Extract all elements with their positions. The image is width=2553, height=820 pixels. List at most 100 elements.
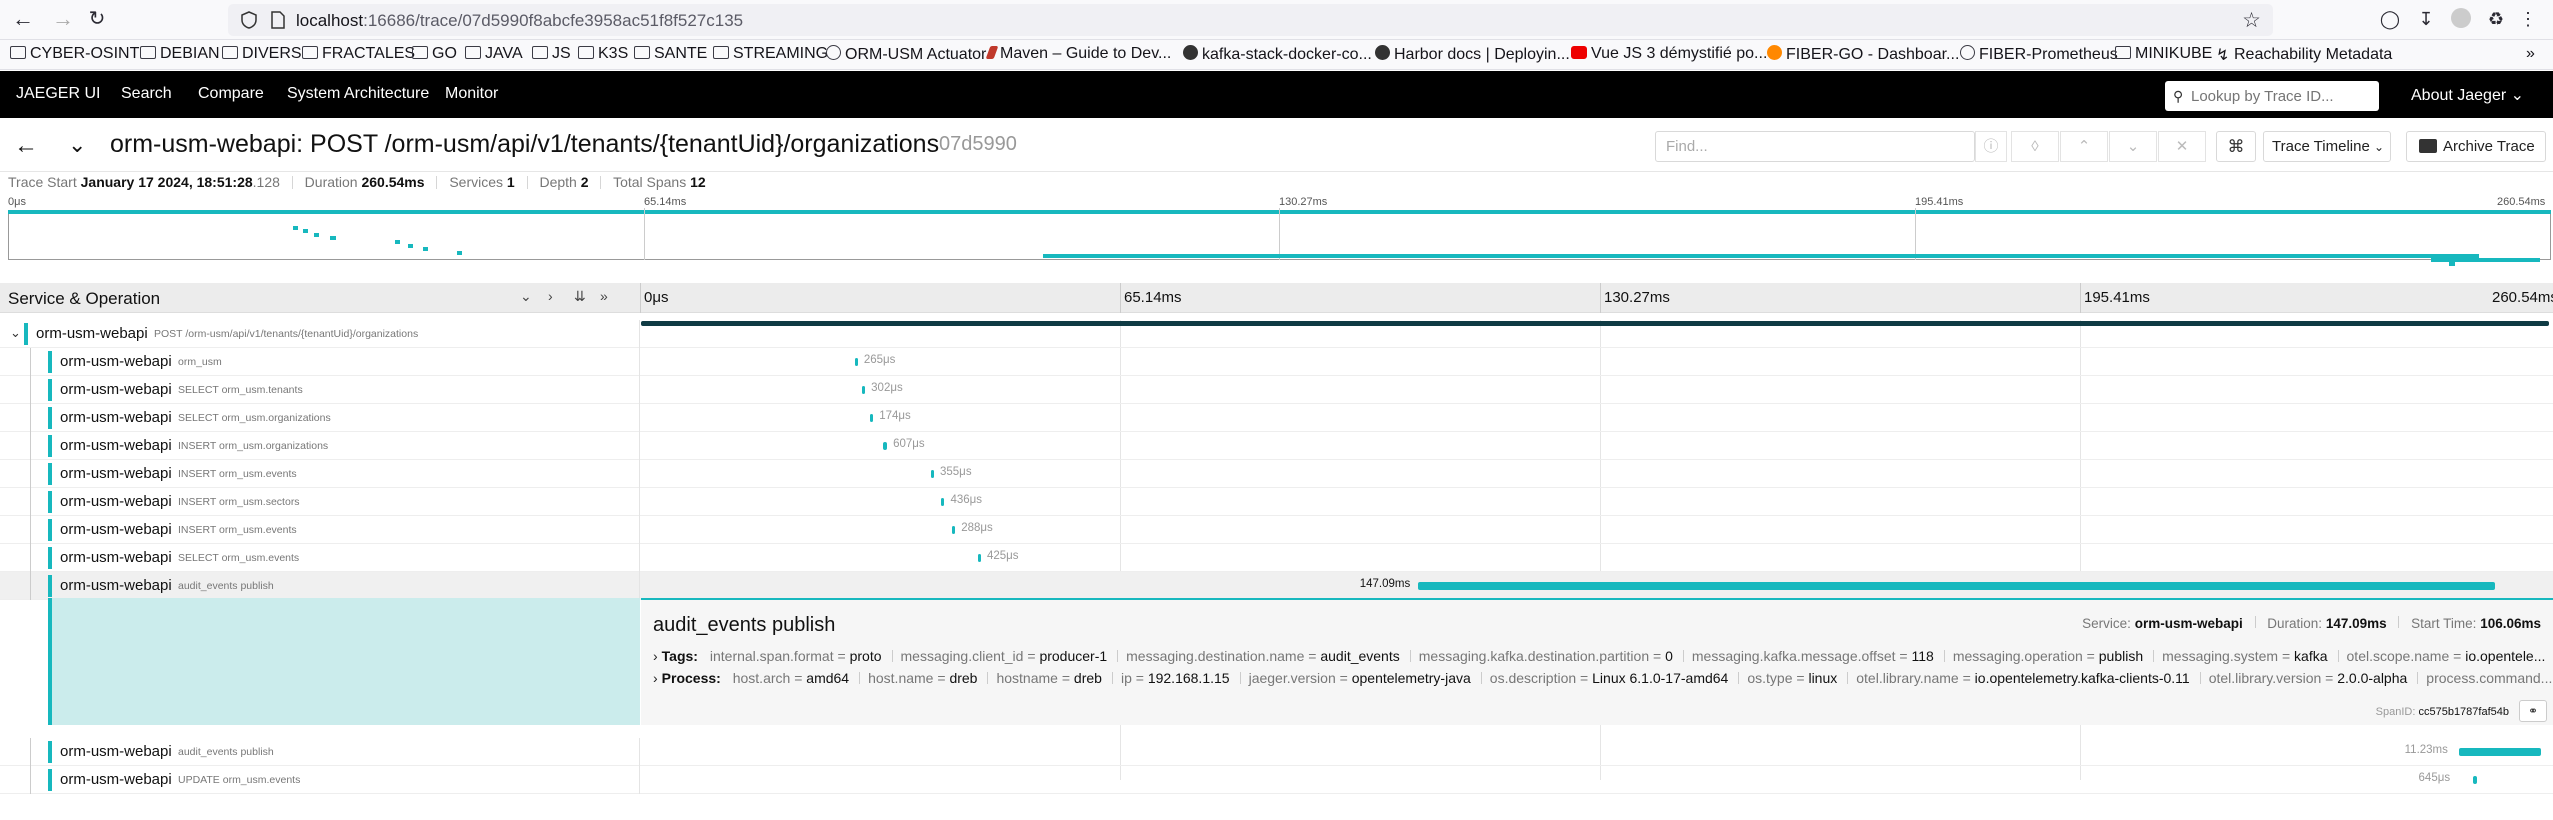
back-arrow-icon[interactable]: ← (14, 132, 38, 160)
chevron-down-icon[interactable]: ⌄ (10, 325, 21, 341)
span-bar[interactable] (977, 554, 981, 562)
span-row[interactable]: orm-usm-webapi UPDATE orm_usm.events 645μs (0, 766, 2553, 794)
view-mode-select[interactable]: Trace Timeline ⌄ (2263, 131, 2391, 162)
bookmark-item[interactable]: CYBER-OSINT (10, 45, 139, 63)
trace-lookup[interactable]: ⚲ (2165, 81, 2379, 111)
keyboard-shortcuts-icon[interactable]: ⌘ (2216, 131, 2256, 162)
span-label[interactable]: orm-usm-webapi SELECT orm_usm.organizatio… (0, 404, 640, 432)
span-row[interactable]: orm-usm-webapi SELECT orm_usm.tenants 302μ… (0, 376, 2553, 404)
bookmark-star-icon[interactable]: ☆ (2242, 8, 2261, 33)
span-label[interactable]: orm-usm-webapi audit_events publish (0, 738, 640, 766)
archive-trace-button[interactable]: Archive Trace (2406, 131, 2546, 162)
span-row[interactable]: orm-usm-webapi audit_events publish 11.23m… (0, 738, 2553, 766)
bookmark-item[interactable]: SANTE (634, 45, 707, 63)
bookmark-item[interactable]: JS (532, 45, 571, 63)
nav-search[interactable]: Search (121, 85, 172, 103)
copy-link-icon[interactable]: ⚭ (2519, 700, 2547, 722)
bookmark-label: Reachability Metadata (2234, 46, 2393, 63)
bookmark-item[interactable]: MINIKUBE (2115, 45, 2212, 63)
span-label[interactable]: orm-usm-webapi SELECT orm_usm.tenants (0, 376, 640, 404)
span-label[interactable]: orm-usm-webapi SELECT orm_usm.events (0, 544, 640, 572)
tags-row[interactable]: › Tags: internal.span.format = proto messa… (653, 648, 2551, 664)
clear-search-icon[interactable]: ✕ (2158, 131, 2206, 162)
find-input[interactable]: Find... (1655, 131, 1975, 162)
nav-compare[interactable]: Compare (198, 85, 264, 103)
span-row[interactable]: orm-usm-webapi SELECT orm_usm.organizatio… (0, 404, 2553, 432)
bookmark-item[interactable]: K3S (578, 45, 628, 63)
span-label[interactable]: orm-usm-webapi INSERT orm_usm.events (0, 516, 640, 544)
bookmark-item[interactable]: JAVA (465, 45, 523, 63)
bookmark-item[interactable]: ORM-USM Actuator (826, 45, 986, 64)
trace-lookup-input[interactable] (2191, 85, 2371, 107)
span-label[interactable]: orm-usm-webapi INSERT orm_usm.organizatio… (0, 432, 640, 460)
span-label[interactable]: orm-usm-webapi audit_events publish (0, 572, 640, 600)
span-row[interactable]: orm-usm-webapi audit_events publish 147.09… (0, 572, 2553, 600)
span-label[interactable]: orm-usm-webapi INSERT orm_usm.sectors (0, 488, 640, 516)
span-row[interactable]: orm-usm-webapi INSERT orm_usm.events 355μs (0, 460, 2553, 488)
menu-icon[interactable]: ⋮ (2517, 8, 2539, 30)
span-label[interactable]: orm-usm-webapi UPDATE orm_usm.events (0, 766, 640, 794)
extensions-icon[interactable]: ♻ (2485, 8, 2507, 30)
reload-icon[interactable]: ↻ (84, 6, 110, 32)
bookmark-item[interactable]: kafka-stack-docker-co... (1183, 45, 1372, 64)
bookmarks-overflow-icon[interactable]: » (2526, 45, 2535, 63)
span-row[interactable]: orm-usm-webapi SELECT orm_usm.events 425μs (0, 544, 2553, 572)
chevron-down-icon: ⌄ (2373, 140, 2385, 154)
extension-badge-icon[interactable] (2450, 8, 2472, 30)
span-label[interactable]: ⌄ orm-usm-webapi POST /orm-usm/api/v1/tena… (0, 320, 640, 348)
bookmark-item[interactable]: FIBER-Prometheus (1960, 45, 2118, 64)
kv-value: proto (849, 648, 882, 664)
span-bar[interactable] (862, 386, 866, 394)
detail-meta-label: Service: (2082, 616, 2131, 631)
span-list-header: Service & Operation ⌄ › ⇊ » 0μs 65.14ms … (0, 283, 2553, 313)
expand-one-icon[interactable]: › (548, 288, 553, 304)
url-bar[interactable]: localhost:16686/trace/07d5990f8abcfe3958… (228, 4, 2273, 36)
page-icon (271, 11, 285, 29)
locate-icon[interactable]: ◊ (2011, 131, 2059, 162)
span-row[interactable]: orm-usm-webapi INSERT orm_usm.organizatio… (0, 432, 2553, 460)
span-bar[interactable] (882, 442, 888, 450)
process-row[interactable]: › Process: host.arch = amd64 host.name = d… (653, 670, 2552, 686)
bookmark-item[interactable]: Maven – Guide to Dev... (985, 45, 1171, 63)
span-bar[interactable] (641, 321, 2549, 326)
span-row[interactable]: orm-usm-webapi INSERT orm_usm.events 288μs (0, 516, 2553, 544)
span-label[interactable]: orm-usm-webapi orm_usm (0, 348, 640, 376)
span-bar[interactable] (931, 470, 934, 478)
collapse-one-icon[interactable]: ⌄ (520, 288, 532, 305)
span-bar[interactable] (2472, 776, 2478, 784)
span-bar[interactable] (854, 358, 858, 366)
nav-monitor[interactable]: Monitor (445, 85, 498, 103)
bookmark-item[interactable]: FIBER-GO - Dashboar... (1767, 45, 1959, 64)
span-bar[interactable] (2458, 748, 2541, 756)
back-arrow-icon[interactable]: ← (10, 6, 36, 32)
collapse-all-icon[interactable]: ⇊ (574, 288, 586, 305)
collapse-chevron-icon[interactable]: ⌄ (68, 132, 86, 158)
forward-arrow-icon[interactable]: → (50, 6, 76, 32)
bookmark-item[interactable]: GO (412, 45, 457, 63)
span-bar[interactable] (952, 526, 956, 534)
span-row[interactable]: ⌄ orm-usm-webapi POST /orm-usm/api/v1/tena… (0, 320, 2553, 348)
bookmark-item[interactable]: ↯ Reachability Metadata (2216, 45, 2392, 64)
help-icon[interactable]: ⓘ (1975, 131, 2007, 162)
bookmark-item[interactable]: Vue JS 3 démystifié po... (1571, 45, 1767, 63)
span-row[interactable]: orm-usm-webapi INSERT orm_usm.sectors 436μ… (0, 488, 2553, 516)
prev-result-icon[interactable]: ⌃ (2060, 131, 2108, 162)
bookmark-item[interactable]: STREAMING (713, 45, 828, 63)
span-bar[interactable] (941, 498, 945, 506)
bookmark-item[interactable]: DIVERS (222, 45, 302, 63)
bookmark-item[interactable]: DEBIAN (140, 45, 220, 63)
bookmark-item[interactable]: Harbor docs | Deployin... (1375, 45, 1570, 64)
span-bar[interactable] (1417, 582, 2495, 590)
next-result-icon[interactable]: ⌄ (2109, 131, 2157, 162)
pocket-icon[interactable]: ◯ (2379, 8, 2401, 30)
download-icon[interactable]: ↧ (2415, 8, 2437, 30)
bookmark-item[interactable]: FRACTALES (302, 45, 415, 63)
trace-minimap[interactable]: 0μs 65.14ms 130.27ms 195.41ms 260.54ms (0, 190, 2553, 273)
expand-all-icon[interactable]: » (600, 288, 608, 304)
jaeger-brand[interactable]: JAEGER UI (16, 85, 100, 103)
nav-system-architecture[interactable]: System Architecture (287, 85, 429, 103)
span-bar[interactable] (870, 414, 874, 422)
span-label[interactable]: orm-usm-webapi INSERT orm_usm.events (0, 460, 640, 488)
nav-about[interactable]: About Jaeger ⌄ (2411, 85, 2524, 105)
span-row[interactable]: orm-usm-webapi orm_usm 265μs (0, 348, 2553, 376)
